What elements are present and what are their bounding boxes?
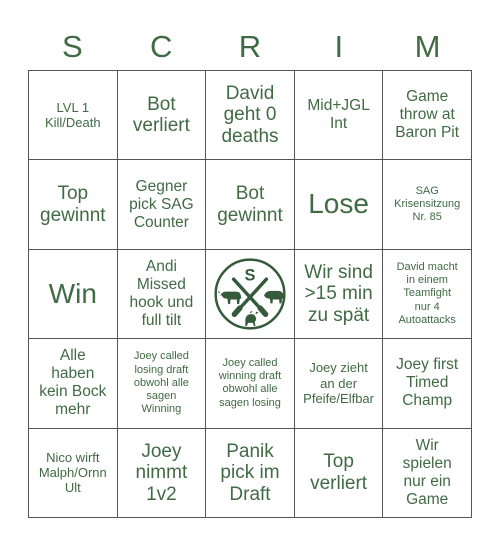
bingo-cell[interactable]: Gegner pick SAG Counter [117, 160, 207, 250]
bingo-cell-text: Wir sind >15 min zu spät [304, 261, 373, 326]
bingo-cell-text: Panik pick im Draft [220, 440, 280, 505]
bingo-cell-text: Wir spielen nur ein Game [402, 436, 452, 508]
bingo-cell[interactable]: SAG Krisensitzung Nr. 85 [383, 160, 472, 250]
bingo-cell[interactable]: Top gewinnt [29, 160, 118, 250]
bingo-cell[interactable]: Joey called losing draft obwohl alle sag… [117, 339, 207, 429]
bingo-grid: LVL 1 Kill/Death Bot verliert David geht 0… [28, 70, 472, 518]
bingo-cell-text: David macht in einem Teamfight nur 4 Aut… [396, 261, 458, 326]
bingo-cell-text: Joey called losing draft obwohl alle sag… [133, 350, 189, 416]
bingo-cell[interactable]: David geht 0 deaths [206, 71, 295, 161]
bingo-cell[interactable]: Top verliert [294, 428, 384, 518]
bingo-header-letter-0: S [62, 28, 83, 64]
bingo-cell[interactable]: Joey first Timed Champ [383, 339, 472, 429]
bingo-cell-text: Game throw at Baron Pit [395, 88, 460, 142]
bingo-cell-text: Bot verliert [132, 93, 190, 137]
bingo-cell-text: LVL 1 Kill/Death [44, 99, 101, 131]
bingo-free-space-cell[interactable]: S [206, 249, 295, 340]
bingo-header-letters: SCRIM [28, 22, 472, 70]
bingo-cell[interactable]: Wir sind >15 min zu spät [294, 249, 384, 340]
bingo-cell[interactable]: Bot verliert [117, 71, 207, 161]
bingo-cell-text: Alle haben kein Bock mehr [39, 347, 107, 419]
scrim-butcher-logo-icon: S [211, 255, 289, 333]
bingo-cell-text: Win [48, 277, 97, 309]
bingo-cell-text: Nico wirft Malph/Ornn Ult [38, 449, 107, 496]
bingo-cell[interactable]: Win [29, 249, 118, 340]
bingo-cell-text: Joey nimmt 1v2 [135, 440, 188, 505]
bingo-cell-text: Gegner pick SAG Counter [129, 177, 194, 231]
bingo-cell-text: Top gewinnt [40, 183, 106, 226]
bingo-cell[interactable]: Game throw at Baron Pit [383, 71, 472, 161]
bingo-cell-text: Andi Missed hook und full tilt [129, 258, 194, 329]
bingo-cell[interactable]: Joey called winning draft obwohl alle sa… [206, 339, 295, 429]
bingo-header-letter-1: C [150, 28, 173, 64]
bingo-cell-text: Joey zieht an der Pfeife/Elfbar [303, 360, 374, 407]
bingo-cell[interactable]: Andi Missed hook und full tilt [117, 249, 207, 340]
bingo-cell-text: SAG Krisensitzung Nr. 85 [394, 184, 461, 224]
bingo-cell[interactable]: Lose [294, 160, 384, 250]
bingo-cell[interactable]: Panik pick im Draft [206, 428, 295, 518]
bingo-cell-text: Mid+JGL Int [307, 97, 370, 133]
bingo-cell[interactable]: David macht in einem Teamfight nur 4 Aut… [383, 249, 472, 340]
bingo-header-letter-3: I [334, 28, 344, 64]
bingo-cell[interactable]: Joey nimmt 1v2 [117, 428, 207, 518]
bingo-cell[interactable]: Bot gewinnt [206, 160, 295, 250]
bingo-cell[interactable]: Mid+JGL Int [294, 71, 384, 161]
bingo-cell[interactable]: Joey zieht an der Pfeife/Elfbar [294, 339, 384, 429]
bingo-cell-text: Top verliert [310, 451, 368, 494]
bingo-header-letter-4: M [414, 28, 441, 64]
bingo-cell[interactable]: Alle haben kein Bock mehr [29, 339, 118, 429]
svg-text:S: S [245, 267, 256, 285]
bingo-cell-text: Joey called winning draft obwohl alle sa… [218, 357, 282, 409]
bingo-cell-text: Bot gewinnt [217, 183, 283, 226]
bingo-cell[interactable]: Nico wirft Malph/Ornn Ult [29, 428, 118, 518]
bingo-cell-text: Lose [308, 188, 369, 220]
bingo-cell[interactable]: LVL 1 Kill/Death [29, 71, 118, 161]
bingo-card-page: S C R I M LVL 1 Kill/Death Bot verliert David … [0, 0, 500, 544]
bingo-cell[interactable]: Wir spielen nur ein Game [383, 428, 472, 518]
bingo-cell-text: Joey first Timed Champ [396, 356, 459, 410]
bingo-header-letter-2: R [238, 28, 262, 64]
bingo-cell-text: David geht 0 deaths [221, 82, 279, 147]
